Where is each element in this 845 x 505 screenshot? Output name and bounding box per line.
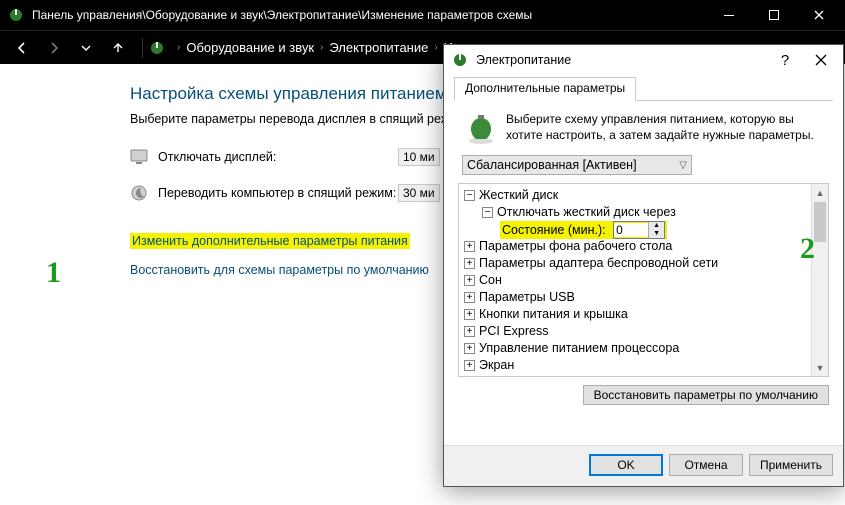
- expand-icon[interactable]: +: [464, 360, 475, 371]
- expand-icon[interactable]: +: [464, 292, 475, 303]
- tab-panel: Выберите схему управления питанием, кото…: [454, 101, 833, 437]
- expand-icon[interactable]: +: [464, 241, 475, 252]
- collapse-icon[interactable]: −: [482, 207, 493, 218]
- advanced-settings-link[interactable]: Изменить дополнительные параметры питани…: [130, 233, 410, 249]
- tree-item-hdd-off[interactable]: Отключать жесткий диск через: [497, 204, 676, 221]
- tree-item[interactable]: Кнопки питания и крышка: [479, 306, 628, 323]
- chevron-right-icon: ›: [320, 42, 323, 53]
- restore-defaults-link[interactable]: Восстановить для схемы параметры по умол…: [130, 263, 429, 277]
- maximize-button[interactable]: [751, 1, 796, 29]
- power-icon: [8, 7, 24, 23]
- state-input[interactable]: [614, 223, 648, 237]
- cancel-button[interactable]: Отмена: [669, 454, 743, 476]
- chevron-right-icon: ›: [177, 42, 180, 53]
- dialog-titlebar: Электропитание ?: [444, 45, 843, 75]
- close-button[interactable]: [803, 46, 839, 74]
- spin-down-icon[interactable]: ▼: [649, 230, 664, 238]
- back-button[interactable]: [8, 34, 36, 62]
- apply-button[interactable]: Применить: [749, 454, 833, 476]
- scrollbar[interactable]: ▲ ▼: [811, 184, 828, 376]
- tree-item[interactable]: Экран: [479, 357, 514, 374]
- chevron-right-icon: ›: [434, 42, 437, 53]
- settings-tree[interactable]: −Жесткий диск −Отключать жесткий диск че…: [458, 183, 829, 377]
- scheme-value: Сбалансированная [Активен]: [467, 158, 637, 172]
- tree-item[interactable]: Параметры фона рабочего стола: [479, 238, 672, 255]
- expand-icon[interactable]: +: [464, 275, 475, 286]
- tree-item[interactable]: Управление питанием процессора: [479, 340, 679, 357]
- tab-strip: Дополнительные параметры: [454, 77, 833, 101]
- sleep-dropdown[interactable]: 30 ми: [398, 184, 440, 202]
- tree-item[interactable]: Параметры USB: [479, 289, 575, 306]
- scroll-down-icon[interactable]: ▼: [812, 359, 828, 376]
- advanced-settings-link-text: Изменить дополнительные параметры питани…: [132, 234, 408, 248]
- scroll-up-icon[interactable]: ▲: [812, 184, 828, 201]
- sleep-label: Переводить компьютер в спящий режим:: [158, 186, 398, 200]
- collapse-icon[interactable]: −: [464, 190, 475, 201]
- scheme-select[interactable]: Сбалансированная [Активен] ▽: [462, 155, 692, 175]
- expand-icon[interactable]: +: [464, 326, 475, 337]
- display-off-dropdown[interactable]: 10 ми: [398, 148, 440, 166]
- up-button[interactable]: [104, 34, 132, 62]
- help-button[interactable]: ?: [767, 46, 803, 74]
- tree-item[interactable]: Параметры адаптера беспроводной сети: [479, 255, 718, 272]
- dialog-hint: Выберите схему управления питанием, кото…: [506, 111, 829, 145]
- tab-advanced[interactable]: Дополнительные параметры: [454, 77, 636, 101]
- annotation-2: 2: [800, 232, 815, 266]
- annotation-1: 1: [46, 256, 61, 290]
- scroll-thumb[interactable]: [814, 202, 826, 242]
- breadcrumb-item[interactable]: Электропитание: [329, 40, 428, 55]
- chevron-down-icon: ▽: [679, 160, 687, 171]
- breadcrumb-item[interactable]: Оборудование и звук: [186, 40, 314, 55]
- expand-icon[interactable]: +: [464, 309, 475, 320]
- display-off-label: Отключать дисплей:: [158, 150, 398, 164]
- dialog-title: Электропитание: [476, 53, 767, 67]
- power-plan-icon: [464, 111, 498, 145]
- forward-button[interactable]: [40, 34, 68, 62]
- history-dropdown[interactable]: [72, 34, 100, 62]
- power-icon: [452, 52, 468, 68]
- minimize-button[interactable]: [706, 1, 751, 29]
- state-label: Состояние (мин.):: [502, 223, 606, 237]
- tree-item[interactable]: Сон: [479, 272, 502, 289]
- monitor-icon: [130, 148, 148, 166]
- dialog-footer: OK Отмена Применить: [444, 445, 843, 486]
- tree-item[interactable]: PCI Express: [479, 323, 548, 340]
- restore-defaults-button[interactable]: Восстановить параметры по умолчанию: [583, 385, 829, 405]
- ok-button[interactable]: OK: [589, 454, 663, 476]
- moon-icon: [130, 184, 148, 202]
- power-options-dialog: Электропитание ? Дополнительные параметр…: [443, 44, 844, 487]
- spin-up-icon[interactable]: ▲: [649, 222, 664, 230]
- titlebar: Панель управления\Оборудование и звук\Эл…: [0, 0, 845, 30]
- state-row: Состояние (мин.): ▲▼: [500, 221, 667, 239]
- power-icon: [149, 40, 165, 56]
- window-title: Панель управления\Оборудование и звук\Эл…: [32, 8, 706, 22]
- state-spinner[interactable]: ▲▼: [613, 221, 665, 239]
- close-button[interactable]: [796, 1, 841, 29]
- expand-icon[interactable]: +: [464, 258, 475, 269]
- expand-icon[interactable]: +: [464, 343, 475, 354]
- tree-item-hdd[interactable]: Жесткий диск: [479, 187, 558, 204]
